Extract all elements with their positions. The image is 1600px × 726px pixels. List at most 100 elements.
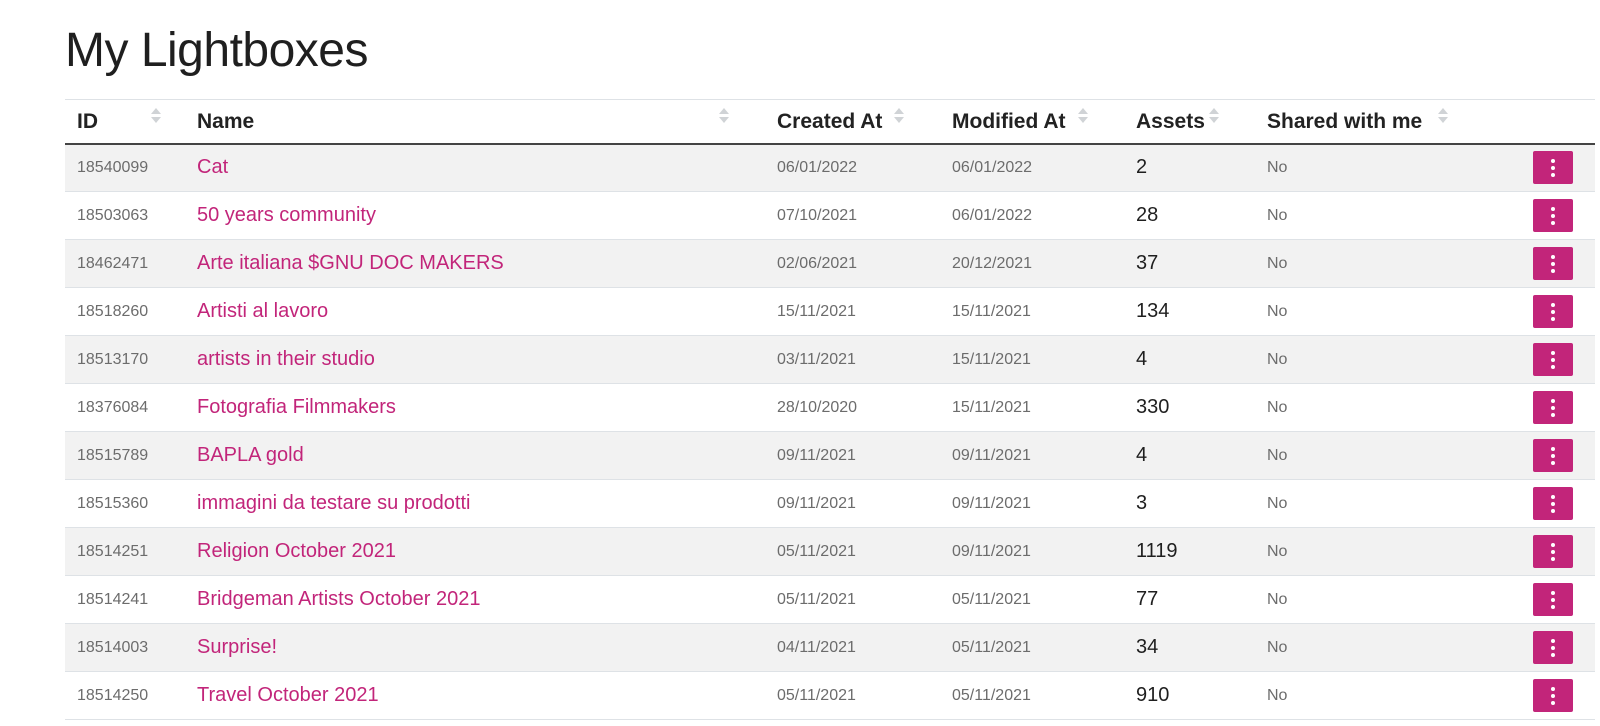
lightbox-name-cell: Arte italiana $GNU DOC MAKERS <box>185 239 765 288</box>
created-at: 28/10/2020 <box>765 383 940 432</box>
vertical-ellipsis-icon <box>1551 398 1555 417</box>
vertical-ellipsis-icon <box>1551 206 1555 225</box>
asset-count: 134 <box>1124 287 1255 336</box>
table-row: 18513170 artists in their studio 03/11/202… <box>65 335 1595 384</box>
modified-at: 05/11/2021 <box>940 671 1124 720</box>
column-header-created-at[interactable]: Created At <box>765 99 940 145</box>
sort-arrows-icon[interactable] <box>1208 108 1220 126</box>
row-menu-button[interactable] <box>1533 439 1573 472</box>
lightbox-name-link[interactable]: Artisti al lavoro <box>197 300 328 322</box>
lightbox-name-cell: Fotografia Filmmakers <box>185 383 765 432</box>
lightbox-name-cell: Artisti al lavoro <box>185 287 765 336</box>
vertical-ellipsis-icon <box>1551 638 1555 657</box>
lightbox-id: 18503063 <box>65 191 185 240</box>
row-actions <box>1467 527 1595 576</box>
column-header-id[interactable]: ID <box>65 99 185 145</box>
lightbox-name-link[interactable]: Cat <box>197 156 228 178</box>
lightbox-name-cell: Bridgeman Artists October 2021 <box>185 575 765 624</box>
sort-arrows-icon[interactable] <box>893 108 905 126</box>
created-at: 05/11/2021 <box>765 671 940 720</box>
row-actions <box>1467 239 1595 288</box>
row-menu-button[interactable] <box>1533 295 1573 328</box>
modified-at: 15/11/2021 <box>940 335 1124 384</box>
lightbox-name-link[interactable]: Bridgeman Artists October 2021 <box>197 588 480 610</box>
asset-count: 1119 <box>1124 527 1255 576</box>
sort-arrows-icon[interactable] <box>1437 108 1449 126</box>
row-actions <box>1467 383 1595 432</box>
column-header-assets[interactable]: Assets <box>1124 99 1255 145</box>
modified-at: 06/01/2022 <box>940 191 1124 240</box>
lightbox-id: 18540099 <box>65 143 185 192</box>
shared-status: No <box>1255 383 1467 432</box>
sort-arrows-icon[interactable] <box>150 108 162 126</box>
lightboxes-page: My Lightboxes ID Name Created At Modifie… <box>0 0 1600 726</box>
lightbox-name-link[interactable]: Arte italiana $GNU DOC MAKERS <box>197 252 504 274</box>
lightbox-name-link[interactable]: immagini da testare su prodotti <box>197 492 470 514</box>
created-at: 05/11/2021 <box>765 527 940 576</box>
vertical-ellipsis-icon <box>1551 158 1555 177</box>
table-body: 18540099 Cat 06/01/2022 06/01/2022 2 No 185030… <box>65 143 1595 720</box>
lightbox-name-link[interactable]: 50 years community <box>197 204 376 226</box>
row-actions <box>1467 431 1595 480</box>
table-row: 18376084 Fotografia Filmmakers 28/10/2020 1… <box>65 383 1595 432</box>
shared-status: No <box>1255 239 1467 288</box>
row-menu-button[interactable] <box>1533 247 1573 280</box>
table-header-row: ID Name Created At Modified At Assets Sh… <box>65 99 1595 145</box>
column-header-modified-at[interactable]: Modified At <box>940 99 1124 145</box>
asset-count: 28 <box>1124 191 1255 240</box>
lightbox-name-link[interactable]: Travel October 2021 <box>197 684 379 706</box>
lightbox-id: 18514250 <box>65 671 185 720</box>
table-row: 18515360 immagini da testare su prodotti 0… <box>65 479 1595 528</box>
column-header-label: Assets <box>1136 109 1205 133</box>
shared-status: No <box>1255 479 1467 528</box>
row-actions <box>1467 623 1595 672</box>
table-row: 18514241 Bridgeman Artists October 2021 05… <box>65 575 1595 624</box>
row-menu-button[interactable] <box>1533 151 1573 185</box>
row-menu-button[interactable] <box>1533 679 1573 712</box>
lightbox-id: 18518260 <box>65 287 185 336</box>
modified-at: 09/11/2021 <box>940 527 1124 576</box>
row-menu-button[interactable] <box>1533 487 1573 520</box>
lightbox-name-link[interactable]: Religion October 2021 <box>197 540 396 562</box>
row-menu-button[interactable] <box>1533 535 1573 568</box>
lightbox-name-link[interactable]: artists in their studio <box>197 348 375 370</box>
lightbox-name-link[interactable]: Fotografia Filmmakers <box>197 396 396 418</box>
row-menu-button[interactable] <box>1533 199 1573 232</box>
asset-count: 3 <box>1124 479 1255 528</box>
column-header-shared-with-me[interactable]: Shared with me <box>1255 99 1467 145</box>
lightbox-name-cell: Cat <box>185 143 765 192</box>
lightbox-name-link[interactable]: Surprise! <box>197 636 277 658</box>
table-row: 18518260 Artisti al lavoro 15/11/2021 15/11… <box>65 287 1595 336</box>
lightbox-name-cell: artists in their studio <box>185 335 765 384</box>
modified-at: 06/01/2022 <box>940 143 1124 192</box>
asset-count: 4 <box>1124 431 1255 480</box>
modified-at: 15/11/2021 <box>940 383 1124 432</box>
created-at: 02/06/2021 <box>765 239 940 288</box>
row-menu-button[interactable] <box>1533 631 1573 664</box>
vertical-ellipsis-icon <box>1551 542 1555 561</box>
shared-status: No <box>1255 335 1467 384</box>
vertical-ellipsis-icon <box>1551 686 1555 705</box>
shared-status: No <box>1255 527 1467 576</box>
asset-count: 34 <box>1124 623 1255 672</box>
lightbox-id: 18515360 <box>65 479 185 528</box>
table-row: 18515789 BAPLA gold 09/11/2021 09/11/2021 4 N… <box>65 431 1595 480</box>
row-actions <box>1467 191 1595 240</box>
lightbox-name-link[interactable]: BAPLA gold <box>197 444 304 466</box>
row-actions <box>1467 671 1595 720</box>
table-row: 18462471 Arte italiana $GNU DOC MAKERS 02/… <box>65 239 1595 288</box>
lightbox-name-cell: Religion October 2021 <box>185 527 765 576</box>
created-at: 05/11/2021 <box>765 575 940 624</box>
row-menu-button[interactable] <box>1533 343 1573 376</box>
row-menu-button[interactable] <box>1533 391 1573 424</box>
sort-arrows-icon[interactable] <box>1077 108 1089 126</box>
created-at: 07/10/2021 <box>765 191 940 240</box>
modified-at: 20/12/2021 <box>940 239 1124 288</box>
sort-arrows-icon[interactable] <box>718 108 730 126</box>
column-header-name[interactable]: Name <box>185 99 765 145</box>
row-actions <box>1467 287 1595 336</box>
column-header-label: Modified At <box>952 109 1066 133</box>
lightboxes-table: ID Name Created At Modified At Assets Sh… <box>65 99 1595 720</box>
created-at: 09/11/2021 <box>765 479 940 528</box>
row-menu-button[interactable] <box>1533 583 1573 616</box>
